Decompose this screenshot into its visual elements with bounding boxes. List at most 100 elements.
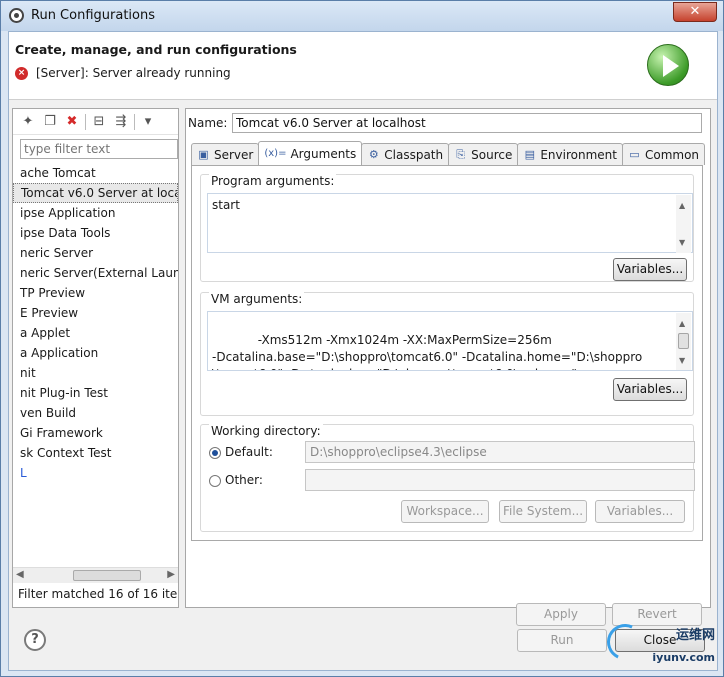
name-input[interactable] [232,113,702,133]
scroll-right-icon[interactable]: ▶ [167,569,175,580]
tab-label: Arguments [290,146,357,161]
tree-item[interactable]: E Preview [13,303,178,323]
launch-config-sidebar: ✦❐✖ ⊟⇶ ▾ ache TomcatTomcat v6.0 Server at … [12,108,179,608]
scroll-left-icon[interactable]: ◀ [16,569,24,580]
program-arguments-label: Program arguments: [209,174,337,188]
scroll-down-icon[interactable]: ▼ [679,352,685,369]
other-radio[interactable] [209,475,221,487]
new-config-icon[interactable]: ✦ [19,113,37,131]
tree-item[interactable]: ven Build [13,403,178,423]
horizontal-scrollbar[interactable]: ◀ ▶ [13,567,178,583]
site-watermark: 运维网 iyunv.com [601,618,715,666]
error-icon: × [15,66,28,80]
scroll-thumb[interactable] [73,570,141,581]
dialog-heading: Create, manage, and run configurations [15,42,297,57]
tab-source[interactable]: ⎘ Source [448,143,519,165]
filter-input[interactable] [20,139,178,159]
sidebar-toolbar: ✦ ❐ ✖ ⊟ ⇶ ▾ [13,109,178,135]
tab-label: Source [471,147,513,162]
tree-item[interactable]: ipse Data Tools [13,223,178,243]
run-configurations-window: Run Configurations ✕ Create, manage, and… [0,0,724,677]
window-title: Run Configurations [31,8,155,23]
toolbar-separator [85,113,86,130]
program-arguments-scrollbar[interactable]: ▲ ▼ [676,195,691,253]
tab-environment[interactable]: ▤ Environment [517,143,623,165]
collapse-all-icon[interactable]: ⊟ [90,113,108,131]
tree-item[interactable]: L [13,463,178,483]
tree-item[interactable]: nit [13,363,178,383]
tab-server[interactable]: ▣ Server [191,143,260,165]
arguments-tab-panel: Program arguments: start ▲ ▼ Variables..… [191,165,703,541]
program-variables-button[interactable]: Variables... [613,258,687,281]
program-arguments-value: start [212,198,240,212]
tree-item[interactable]: sk Context Test [13,443,178,463]
status-message-text: [Server]: Server already running [36,66,231,80]
tab-label: Common [644,147,700,162]
tree-item[interactable]: ipse Application [13,203,178,223]
arguments-icon: (x)= [264,148,287,159]
help-icon[interactable]: ? [24,629,46,651]
tab-classpath[interactable]: ⚙ Classpath [361,143,450,165]
vm-arguments-field[interactable]: -Xms512m -Xmx1024m -XX:MaxPermSize=256m … [207,311,693,371]
scroll-up-icon[interactable]: ▲ [679,197,685,214]
toolbar-separator [134,113,135,130]
tab-label: Classpath [384,147,444,162]
source-icon: ⎘ [456,148,466,161]
tree-item[interactable]: Gi Framework [13,423,178,443]
program-arguments-group: Program arguments: start ▲ ▼ Variables..… [200,174,694,282]
tab-common[interactable]: ▭ Common [621,143,706,165]
working-directory-group: Working directory: Default: D:\shoppro\e… [200,424,695,532]
dialog-content: Create, manage, and run configurations ×… [8,31,718,671]
name-label: Name: [188,116,228,130]
delete-icon[interactable]: ✖ [63,113,81,131]
config-tree: ache Tomcat Tomcat v6.0 Server at loca ips… [13,163,178,483]
eclipse-app-icon [9,8,24,23]
tree-item[interactable]: nit Plug-in Test [13,383,178,403]
run-icon [647,44,689,86]
config-tabs: ▣ Server (x)= Arguments ⚙ Classpath ⎘ Source ▤ En… [191,141,706,165]
directory-variables-button[interactable]: Variables... [595,500,685,523]
scroll-up-icon[interactable]: ▲ [679,315,685,332]
scroll-down-icon[interactable]: ▼ [679,234,685,251]
config-editor: Name: ▣ Server (x)=Arguments ⚙ Classpath ⎘ Sou… [185,108,711,626]
other-radio-label: Other: [225,473,263,487]
name-row: Name: [188,113,702,133]
other-directory-field[interactable] [305,469,695,491]
tree-item[interactable]: neric Server(External Launc [13,263,178,283]
server-icon: ▣ [198,148,209,161]
tree-item[interactable]: ache Tomcat [13,163,178,183]
title-bar: Run Configurations ✕ [1,1,723,31]
tree-item[interactable]: a Applet [13,323,178,343]
default-radio[interactable] [209,447,221,459]
vm-arguments-scrollbar[interactable]: ▲ ▼ [676,313,691,370]
tree-item[interactable]: a Application [13,343,178,363]
tab-arguments[interactable]: (x)= Arguments [258,141,363,165]
duplicate-icon[interactable]: ❐ [41,113,59,131]
run-button[interactable]: Run [517,629,607,652]
window-close-button[interactable]: ✕ [673,2,717,22]
common-icon: ▭ [629,148,640,161]
default-directory-field: D:\shoppro\eclipse4.3\eclipse [305,441,695,463]
program-arguments-field[interactable]: start ▲ ▼ [207,193,693,253]
environment-icon: ▤ [524,148,536,161]
scroll-thumb[interactable] [678,333,689,349]
tree-item[interactable]: neric Server [13,243,178,263]
tab-label: Server [214,147,254,162]
classpath-icon: ⚙ [368,148,379,161]
workspace-button[interactable]: Workspace... [401,500,489,523]
tree-item[interactable]: Tomcat v6.0 Server at loca [13,183,178,203]
vm-arguments-label: VM arguments: [209,292,305,306]
tree-item[interactable]: TP Preview [13,283,178,303]
apply-button[interactable]: Apply [516,603,606,626]
vm-arguments-value: -Xms512m -Xmx1024m -XX:MaxPermSize=256m … [212,333,643,370]
filter-icon[interactable]: ⇶ [112,113,130,131]
dialog-header: Create, manage, and run configurations ×… [9,32,717,100]
vm-variables-button[interactable]: Variables... [613,378,687,401]
filter-status: Filter matched 16 of 16 iter [18,587,179,601]
default-radio-label: Default: [225,445,273,459]
tab-label: Environment [540,147,617,162]
dropdown-arrow-icon[interactable]: ▾ [139,113,157,131]
file-system-button[interactable]: File System... [499,500,587,523]
status-message: × [Server]: Server already running [15,66,231,80]
working-directory-label: Working directory: [209,424,323,438]
